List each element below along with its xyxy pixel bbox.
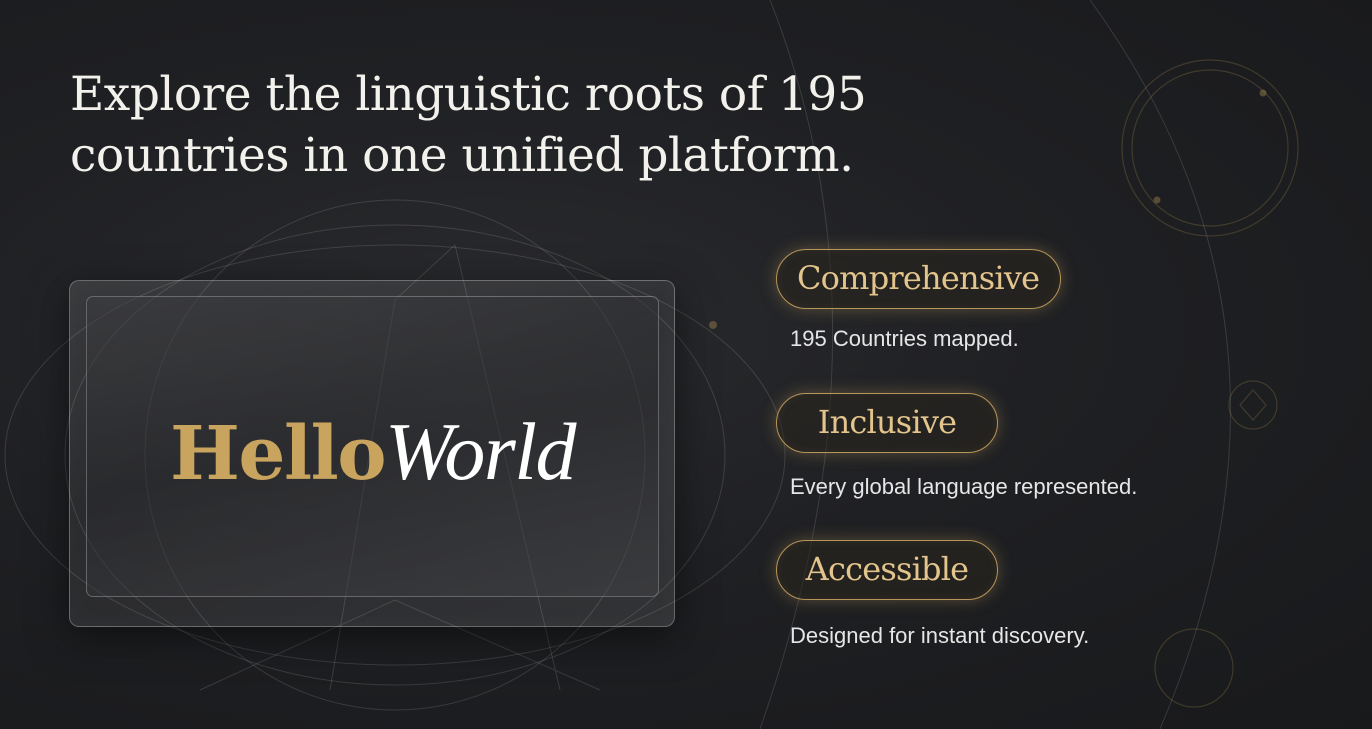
feature-description-accessible: Designed for instant discovery. bbox=[790, 623, 1090, 648]
headline-line-1: Explore the linguistic roots of 195 bbox=[70, 67, 867, 122]
brand-card-inner: HelloWorld bbox=[86, 296, 659, 597]
feature-badge-inclusive: Inclusive bbox=[776, 393, 998, 453]
page-headline: Explore the linguistic roots of 195 coun… bbox=[70, 64, 970, 186]
brand-logo-hello: Hello bbox=[169, 411, 387, 497]
headline-line-2: countries in one unified platform. bbox=[70, 128, 854, 183]
brand-card: HelloWorld bbox=[69, 280, 675, 627]
brand-logo: HelloWorld bbox=[87, 407, 658, 499]
feature-inclusive: Inclusive Every global language represen… bbox=[776, 393, 1137, 499]
feature-description-inclusive: Every global language represented. bbox=[790, 474, 1138, 499]
feature-description-comprehensive: 195 Countries mapped. bbox=[790, 326, 1019, 351]
hero-section: Explore the linguistic roots of 195 coun… bbox=[0, 0, 1372, 729]
feature-accessible: Accessible Designed for instant discover… bbox=[776, 540, 1089, 648]
brand-logo-world: World bbox=[385, 406, 576, 497]
feature-badge-accessible: Accessible bbox=[776, 540, 998, 600]
feature-badge-comprehensive: Comprehensive bbox=[776, 249, 1061, 309]
feature-comprehensive: Comprehensive 195 Countries mapped. bbox=[776, 249, 1061, 351]
